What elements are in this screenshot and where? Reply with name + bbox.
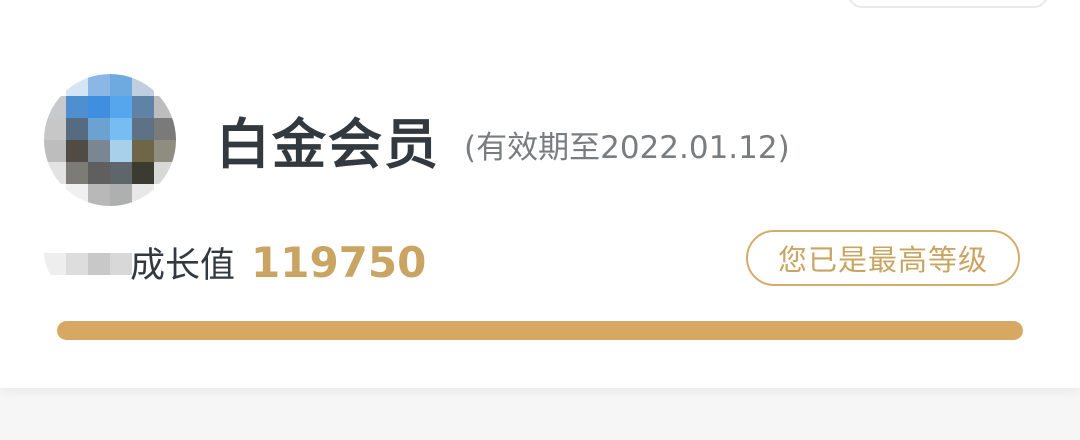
top-pill-button[interactable] <box>848 0 1048 8</box>
member-level-title: 白金会员 <box>216 112 440 176</box>
validity-date: (有效期至2022.01.12) <box>464 129 790 166</box>
highest-level-button[interactable]: 您已是最高等级 <box>746 230 1020 286</box>
membership-card: 白金会员 (有效期至2022.01.12) 成长值 119750 您已是最高等级 <box>0 0 1080 388</box>
avatar[interactable] <box>44 74 176 206</box>
growth-value: 119750 <box>251 237 427 287</box>
avatar-overlap-mask <box>44 230 132 296</box>
growth-progress-fill <box>57 321 1023 340</box>
growth-progress-bar <box>57 321 1023 340</box>
title-row: 白金会员 (有效期至2022.01.12) <box>216 104 790 176</box>
growth-row: 成长值 119750 <box>130 232 426 292</box>
growth-label: 成长值 <box>130 245 236 286</box>
